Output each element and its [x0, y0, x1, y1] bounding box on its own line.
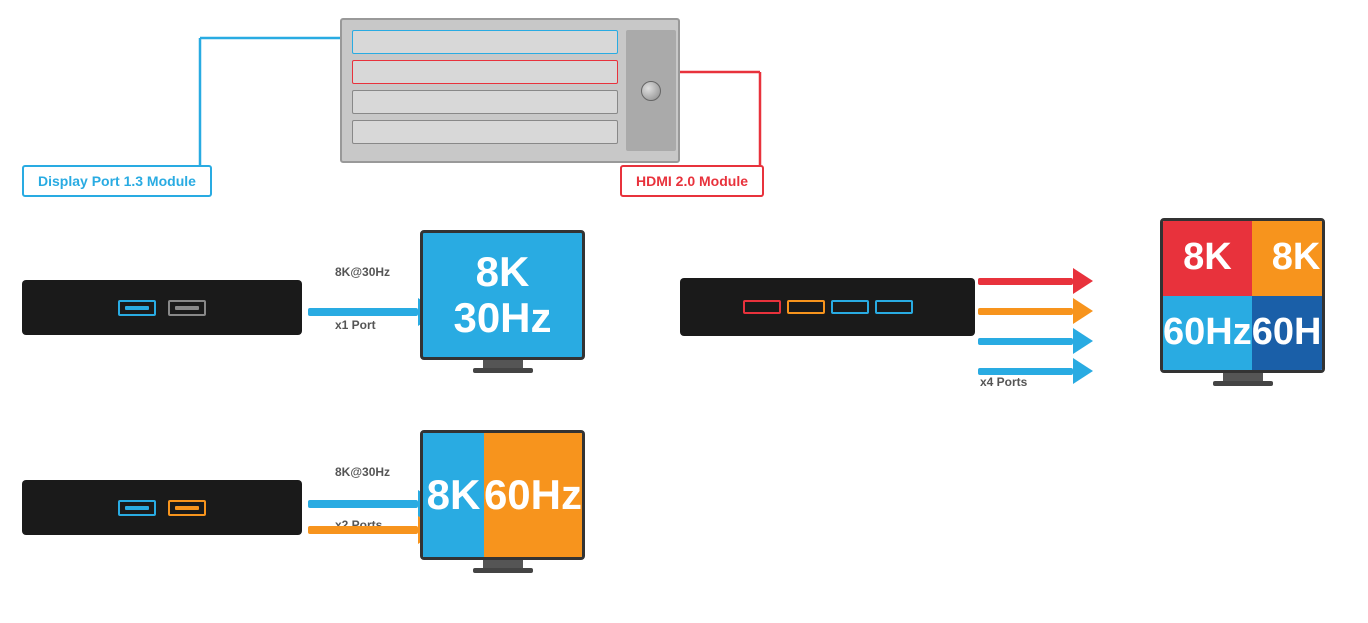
quad-cyan: 60Hz: [1163, 296, 1252, 371]
monitor-8k30: 8K 30Hz: [420, 230, 585, 373]
freq-label-bottom: 8K@30Hz: [335, 465, 390, 479]
arrow-hdmi-red: [978, 268, 1093, 294]
quad-blue: 60Hz: [1252, 296, 1325, 371]
display-port-text: Display Port 1.3 Module: [38, 173, 196, 189]
screen-8k60-bottom: 8K 60Hz: [420, 430, 585, 560]
quad-red: 8K: [1163, 221, 1252, 296]
arrow-hdmi-blue2: [978, 358, 1093, 384]
hdmi-label: HDMI 2.0 Module: [620, 165, 764, 197]
hdmi-text: HDMI 2.0 Module: [636, 173, 748, 189]
freq-label-top: 8K@30Hz: [335, 265, 390, 279]
diagram-container: Display Port 1.3 Module HDMI 2.0 Module …: [0, 0, 1368, 623]
dp-port-bottom-1: [118, 500, 156, 516]
hdmi-port-card: [680, 278, 975, 336]
text-8k-quad: 8K: [1183, 237, 1232, 279]
text-8k-bottom: 8K: [427, 472, 481, 518]
hdmi-port-red: [743, 300, 781, 314]
arrow-hdmi-orange: [978, 298, 1093, 324]
monitor-8k60-right: 8K 8K 60Hz 60Hz: [1160, 218, 1325, 386]
dp-port-2: [168, 300, 206, 316]
half-cyan: 8K: [423, 433, 484, 557]
text-60hz-quad2: 60Hz: [1252, 312, 1325, 354]
arrow-hdmi-blue1: [978, 328, 1093, 354]
text-60hz-quad: 60Hz: [1163, 312, 1252, 354]
dp-port-1: [118, 300, 156, 316]
dp-port-card-bottom: [22, 480, 302, 535]
device-unit: [340, 18, 680, 163]
display-port-label: Display Port 1.3 Module: [22, 165, 212, 197]
text-8k-top: 8K: [453, 249, 551, 295]
screen-8k30: 8K 30Hz: [420, 230, 585, 360]
text-8k-quad2: 8K: [1272, 237, 1321, 279]
quad-orange: 8K: [1252, 221, 1325, 296]
monitor-8k60-bottom: 8K 60Hz: [420, 430, 585, 573]
half-orange: 60Hz: [484, 433, 582, 557]
hdmi-port-cyan: [831, 300, 869, 314]
hdmi-port-blue: [875, 300, 913, 314]
dp-port-bottom-2: [168, 500, 206, 516]
screen-8k60-right: 8K 8K 60Hz 60Hz: [1160, 218, 1325, 373]
text-30hz-top: 30Hz: [453, 295, 551, 341]
text-60hz-bottom: 60Hz: [484, 472, 582, 518]
hdmi-port-orange: [787, 300, 825, 314]
dp-port-card-top: [22, 280, 302, 335]
